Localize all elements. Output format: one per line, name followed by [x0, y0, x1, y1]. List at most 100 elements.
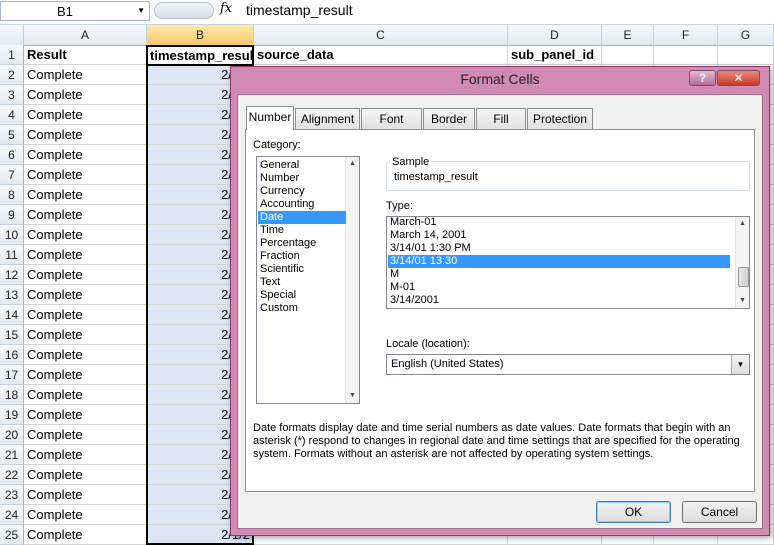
- type-item[interactable]: 3/14/01 13:30: [388, 255, 730, 268]
- cell[interactable]: Complete: [24, 185, 147, 205]
- row-header[interactable]: 23: [0, 485, 24, 505]
- type-item[interactable]: 3/14/2001: [388, 294, 730, 307]
- cell[interactable]: Complete: [24, 65, 147, 85]
- ok-button[interactable]: OK: [596, 501, 671, 523]
- row-header[interactable]: 25: [0, 525, 24, 545]
- formula-input[interactable]: timestamp_result: [246, 2, 353, 18]
- column-header-e[interactable]: E: [602, 25, 654, 45]
- tab-border[interactable]: Border: [423, 108, 475, 129]
- category-item[interactable]: Accounting: [258, 198, 346, 211]
- category-list[interactable]: ▲ ▼ General Number Currency Accounting Date T…: [256, 156, 360, 404]
- tab-protection[interactable]: Protection: [527, 108, 593, 129]
- locale-select[interactable]: English (United States) ▼: [386, 354, 750, 375]
- column-header-f[interactable]: F: [654, 25, 718, 45]
- active-cell-b1[interactable]: timestamp_result: [146, 45, 254, 66]
- row-header[interactable]: 21: [0, 445, 24, 465]
- cell[interactable]: Complete: [24, 245, 147, 265]
- row-header[interactable]: 19: [0, 405, 24, 425]
- cell[interactable]: Complete: [24, 305, 147, 325]
- type-list[interactable]: 3/14/2001 M-01 M 3/14/01 13:30 3/14/01 1:30 …: [386, 216, 750, 309]
- row-header[interactable]: 5: [0, 125, 24, 145]
- row-header[interactable]: 6: [0, 145, 24, 165]
- column-header-d[interactable]: D: [508, 25, 602, 45]
- cell[interactable]: Complete: [24, 325, 147, 345]
- cancel-button[interactable]: Cancel: [682, 501, 757, 523]
- type-scrollbar[interactable]: ▲ ▼: [735, 217, 749, 308]
- row-header[interactable]: 1: [0, 45, 24, 65]
- row-header[interactable]: 15: [0, 325, 24, 345]
- row-header[interactable]: 2: [0, 65, 24, 85]
- row-header[interactable]: 18: [0, 385, 24, 405]
- cell[interactable]: Result: [24, 45, 147, 65]
- cell[interactable]: Complete: [24, 345, 147, 365]
- cell[interactable]: Complete: [24, 205, 147, 225]
- category-item[interactable]: Currency: [258, 185, 346, 198]
- cell[interactable]: sub_panel_id: [508, 45, 602, 65]
- tab-number[interactable]: Number: [246, 106, 294, 130]
- category-item[interactable]: Time: [258, 224, 346, 237]
- cell[interactable]: Complete: [24, 125, 147, 145]
- category-item[interactable]: Date: [258, 211, 346, 224]
- select-all-corner[interactable]: [0, 25, 24, 45]
- row-header[interactable]: 13: [0, 285, 24, 305]
- category-item[interactable]: Scientific: [258, 263, 346, 276]
- close-icon[interactable]: ✕: [717, 70, 760, 86]
- category-item[interactable]: Fraction: [258, 250, 346, 263]
- category-item[interactable]: Number: [258, 172, 346, 185]
- formula-bar-handle[interactable]: [154, 2, 214, 19]
- row-header[interactable]: 8: [0, 185, 24, 205]
- type-item[interactable]: 3/14/01 1:30 PM: [388, 242, 730, 255]
- cell[interactable]: [654, 45, 718, 65]
- row-header[interactable]: 24: [0, 505, 24, 525]
- row-header[interactable]: 17: [0, 365, 24, 385]
- chevron-down-icon[interactable]: ▼: [731, 355, 749, 374]
- cell[interactable]: Complete: [24, 445, 147, 465]
- cell[interactable]: Complete: [24, 405, 147, 425]
- type-item[interactable]: March 14, 2001: [388, 229, 730, 242]
- category-item[interactable]: Percentage: [258, 237, 346, 250]
- column-header-b[interactable]: B: [147, 25, 254, 45]
- cell[interactable]: Complete: [24, 465, 147, 485]
- row-header[interactable]: 14: [0, 305, 24, 325]
- cell[interactable]: source_data: [254, 45, 508, 65]
- scroll-thumb[interactable]: [738, 267, 749, 287]
- chevron-down-icon[interactable]: ▼: [137, 6, 145, 15]
- cell[interactable]: Complete: [24, 265, 147, 285]
- cell[interactable]: Complete: [24, 145, 147, 165]
- row-header[interactable]: 20: [0, 425, 24, 445]
- row-header[interactable]: 22: [0, 465, 24, 485]
- category-item[interactable]: Text: [258, 276, 346, 289]
- cell[interactable]: Complete: [24, 365, 147, 385]
- tab-font[interactable]: Font: [361, 108, 422, 129]
- column-header-c[interactable]: C: [254, 25, 508, 45]
- row-header[interactable]: 3: [0, 85, 24, 105]
- category-item[interactable]: General: [258, 159, 346, 172]
- cell[interactable]: Complete: [24, 505, 147, 525]
- cell[interactable]: Complete: [24, 285, 147, 305]
- cell[interactable]: [718, 45, 774, 65]
- column-header-g[interactable]: G: [718, 25, 774, 45]
- type-item[interactable]: March-01: [388, 216, 730, 229]
- category-scrollbar[interactable]: ▲ ▼: [345, 157, 359, 403]
- cell[interactable]: Complete: [24, 425, 147, 445]
- row-header[interactable]: 12: [0, 265, 24, 285]
- row-header[interactable]: 7: [0, 165, 24, 185]
- scroll-down-icon[interactable]: ▼: [346, 389, 359, 403]
- scroll-down-icon[interactable]: ▼: [736, 294, 749, 308]
- help-button[interactable]: ?: [689, 70, 716, 86]
- type-item[interactable]: M: [388, 268, 730, 281]
- name-box[interactable]: B1 ▼: [0, 1, 150, 21]
- cell[interactable]: Complete: [24, 485, 147, 505]
- cell[interactable]: Complete: [24, 165, 147, 185]
- column-header-a[interactable]: A: [24, 25, 147, 45]
- row-header[interactable]: 9: [0, 205, 24, 225]
- fx-icon[interactable]: fx: [220, 1, 232, 16]
- category-item[interactable]: Custom: [258, 302, 346, 315]
- category-item[interactable]: Special: [258, 289, 346, 302]
- row-header[interactable]: 11: [0, 245, 24, 265]
- cell[interactable]: Complete: [24, 105, 147, 125]
- type-item[interactable]: M-01: [388, 281, 730, 294]
- tab-fill[interactable]: Fill: [476, 108, 526, 129]
- cell[interactable]: [602, 45, 654, 65]
- cell[interactable]: Complete: [24, 385, 147, 405]
